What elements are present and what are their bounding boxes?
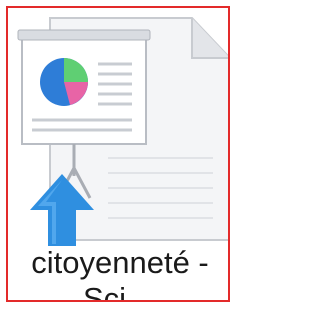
- file-name-label[interactable]: citoyenneté -: [8, 244, 228, 282]
- presentation-file-icon: [8, 8, 228, 248]
- pie-chart-icon: [40, 58, 88, 106]
- file-name-label-continued[interactable]: Sci…: [8, 280, 228, 300]
- file-item[interactable]: citoyenneté - Sci…: [6, 6, 230, 302]
